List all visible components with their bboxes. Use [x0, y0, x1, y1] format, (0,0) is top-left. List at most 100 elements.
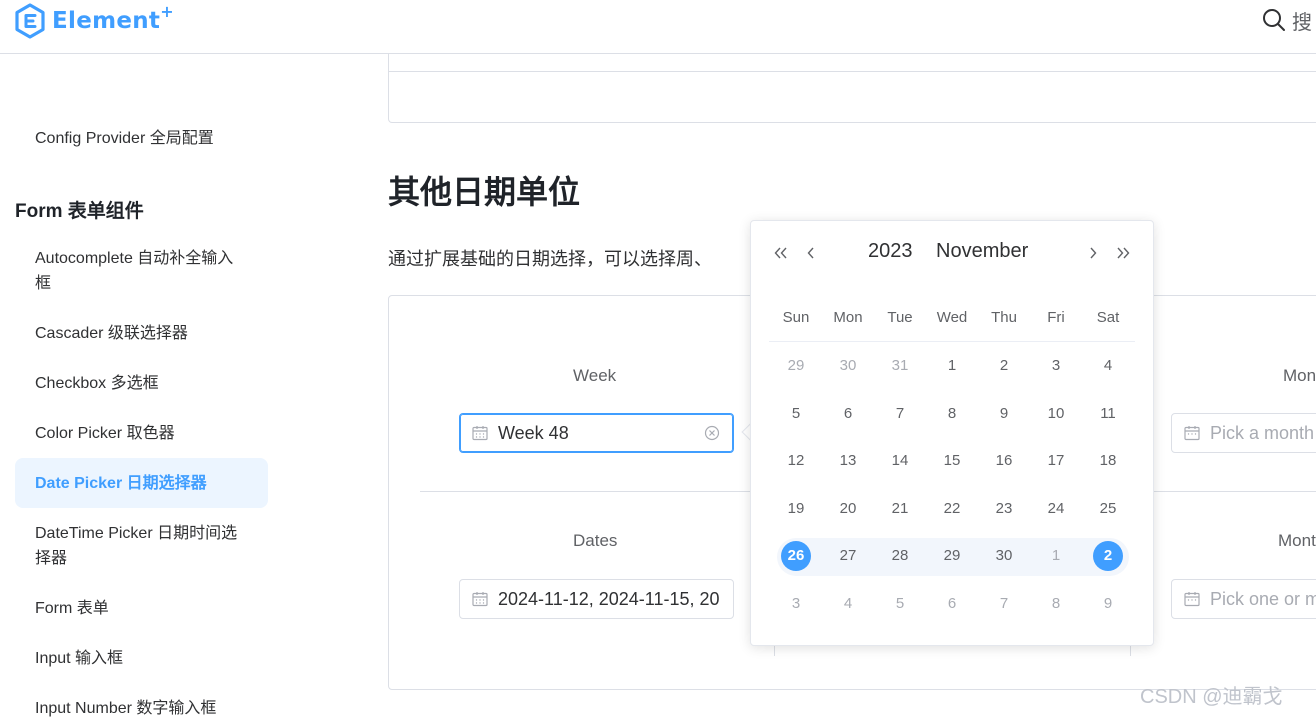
- calendar-year-label[interactable]: 2023: [868, 240, 913, 263]
- day-number: 14: [891, 452, 909, 469]
- day-number: 22: [943, 500, 961, 517]
- day-cell[interactable]: 1: [1030, 538, 1082, 574]
- day-cell[interactable]: 19: [770, 491, 822, 527]
- day-cell[interactable]: 3: [770, 586, 822, 622]
- day-cell[interactable]: 17: [1030, 443, 1082, 479]
- prev-month-button[interactable]: [801, 243, 821, 263]
- day-cell[interactable]: 7: [874, 396, 926, 432]
- day-number: 23: [995, 500, 1013, 517]
- day-cell[interactable]: 12: [770, 443, 822, 479]
- calendar-icon: [472, 592, 488, 607]
- day-cell[interactable]: 28: [874, 538, 926, 574]
- sidebar-item-checkbox[interactable]: Checkbox 多选框: [15, 371, 268, 396]
- previous-demo-box: [388, 54, 1316, 123]
- day-cell[interactable]: 30: [978, 538, 1030, 574]
- clear-icon[interactable]: [704, 425, 720, 441]
- search-label: 搜: [1292, 11, 1312, 34]
- sidebar-item-form[interactable]: Form 表单: [15, 596, 268, 621]
- day-cell[interactable]: 29: [926, 538, 978, 574]
- week-label: Week: [573, 366, 617, 385]
- day-cell[interactable]: 29: [770, 348, 822, 384]
- day-cell-selected[interactable]: 26: [770, 538, 822, 574]
- day-cell[interactable]: 9: [978, 396, 1030, 432]
- section-title: 其他日期单位: [388, 174, 581, 210]
- day-cell[interactable]: 21: [874, 491, 926, 527]
- day-number: 6: [843, 405, 853, 422]
- day-cell[interactable]: 6: [822, 396, 874, 432]
- day-cell[interactable]: 4: [1082, 348, 1134, 384]
- chevron-left-icon: [807, 247, 814, 259]
- day-cell[interactable]: 1: [926, 348, 978, 384]
- day-cell[interactable]: 22: [926, 491, 978, 527]
- day-number: 15: [943, 452, 961, 469]
- day-cell[interactable]: 24: [1030, 491, 1082, 527]
- calendar-icon: [1184, 426, 1200, 441]
- day-cell[interactable]: 3: [1030, 348, 1082, 384]
- sidebar-item-date-picker[interactable]: Date Picker 日期选择器: [15, 458, 268, 508]
- day-number: 30: [995, 547, 1013, 564]
- weekday-label: Mon: [833, 309, 863, 326]
- day-number: 10: [1047, 405, 1065, 422]
- demo-row-divider-right: [1153, 491, 1316, 492]
- sidebar-item-autocomplete[interactable]: Autocomplete 自动补全输入框: [15, 246, 268, 296]
- day-number: 4: [1103, 357, 1113, 374]
- sidebar-item-input[interactable]: Input 输入框: [15, 646, 268, 671]
- day-number: 21: [891, 500, 909, 517]
- day-cell[interactable]: 9: [1082, 586, 1134, 622]
- day-cell-selected[interactable]: 2: [1082, 538, 1134, 574]
- calendar-icon: [472, 426, 488, 441]
- sidebar-item-input-number[interactable]: Input Number 数字输入框: [15, 696, 268, 721]
- months-picker-input[interactable]: Pick one or m: [1171, 579, 1316, 619]
- day-cell[interactable]: 14: [874, 443, 926, 479]
- day-number: 24: [1047, 500, 1065, 517]
- day-cell[interactable]: 30: [822, 348, 874, 384]
- day-cell[interactable]: 23: [978, 491, 1030, 527]
- day-cell[interactable]: 15: [926, 443, 978, 479]
- sidebar-item-color-picker[interactable]: Color Picker 取色器: [15, 421, 268, 446]
- day-number: 29: [943, 547, 961, 564]
- day-cell[interactable]: 31: [874, 348, 926, 384]
- demo-column-divider: [1130, 646, 1131, 656]
- sidebar-item-datetime-picker[interactable]: DateTime Picker 日期时间选择器: [15, 521, 268, 571]
- day-number: 26: [787, 547, 805, 564]
- day-cell[interactable]: 5: [874, 586, 926, 622]
- day-cell[interactable]: 4: [822, 586, 874, 622]
- dates-picker-input[interactable]: 2024-11-12, 2024-11-15, 20: [459, 579, 734, 619]
- day-cell[interactable]: 8: [1030, 586, 1082, 622]
- weekday-label: Tue: [887, 309, 913, 326]
- week-picker-input[interactable]: Week 48: [459, 413, 734, 453]
- sidebar-item-cascader[interactable]: Cascader 级联选择器: [15, 321, 268, 346]
- section-description: 通过扩展基础的日期选择，可以选择周、: [388, 249, 712, 269]
- chevron-right-icon: [1090, 247, 1097, 259]
- day-cell[interactable]: 16: [978, 443, 1030, 479]
- day-number: 8: [1051, 595, 1061, 612]
- day-cell[interactable]: 8: [926, 396, 978, 432]
- day-cell[interactable]: 5: [770, 396, 822, 432]
- day-number: 9: [1103, 595, 1113, 612]
- month-picker-input[interactable]: Pick a month: [1171, 413, 1316, 453]
- logo[interactable]: Element +: [14, 2, 174, 40]
- day-number: 2: [1103, 547, 1113, 564]
- next-month-button[interactable]: [1083, 243, 1103, 263]
- day-cell[interactable]: 27: [822, 538, 874, 574]
- calendar-month-label[interactable]: November: [936, 240, 1028, 263]
- previous-demo-divider: [388, 71, 1316, 72]
- day-cell[interactable]: 11: [1082, 396, 1134, 432]
- day-cell[interactable]: 20: [822, 491, 874, 527]
- day-cell[interactable]: 18: [1082, 443, 1134, 479]
- search-box[interactable]: 搜: [1262, 6, 1312, 34]
- day-cell[interactable]: 2: [978, 348, 1030, 384]
- day-cell[interactable]: 25: [1082, 491, 1134, 527]
- sidebar-group-form: Form 表单组件: [15, 201, 144, 222]
- month-label: Mon: [1283, 366, 1316, 385]
- day-cell[interactable]: 6: [926, 586, 978, 622]
- next-year-button[interactable]: [1113, 243, 1133, 263]
- day-cell[interactable]: 7: [978, 586, 1030, 622]
- sidebar-item-config-provider[interactable]: Config Provider 全局配置: [15, 126, 268, 151]
- day-cell[interactable]: 10: [1030, 396, 1082, 432]
- day-cell[interactable]: 13: [822, 443, 874, 479]
- day-number: 9: [999, 405, 1009, 422]
- month-picker-placeholder: Pick a month: [1210, 422, 1315, 443]
- prev-year-button[interactable]: [771, 243, 791, 263]
- weekday-divider: [769, 341, 1135, 342]
